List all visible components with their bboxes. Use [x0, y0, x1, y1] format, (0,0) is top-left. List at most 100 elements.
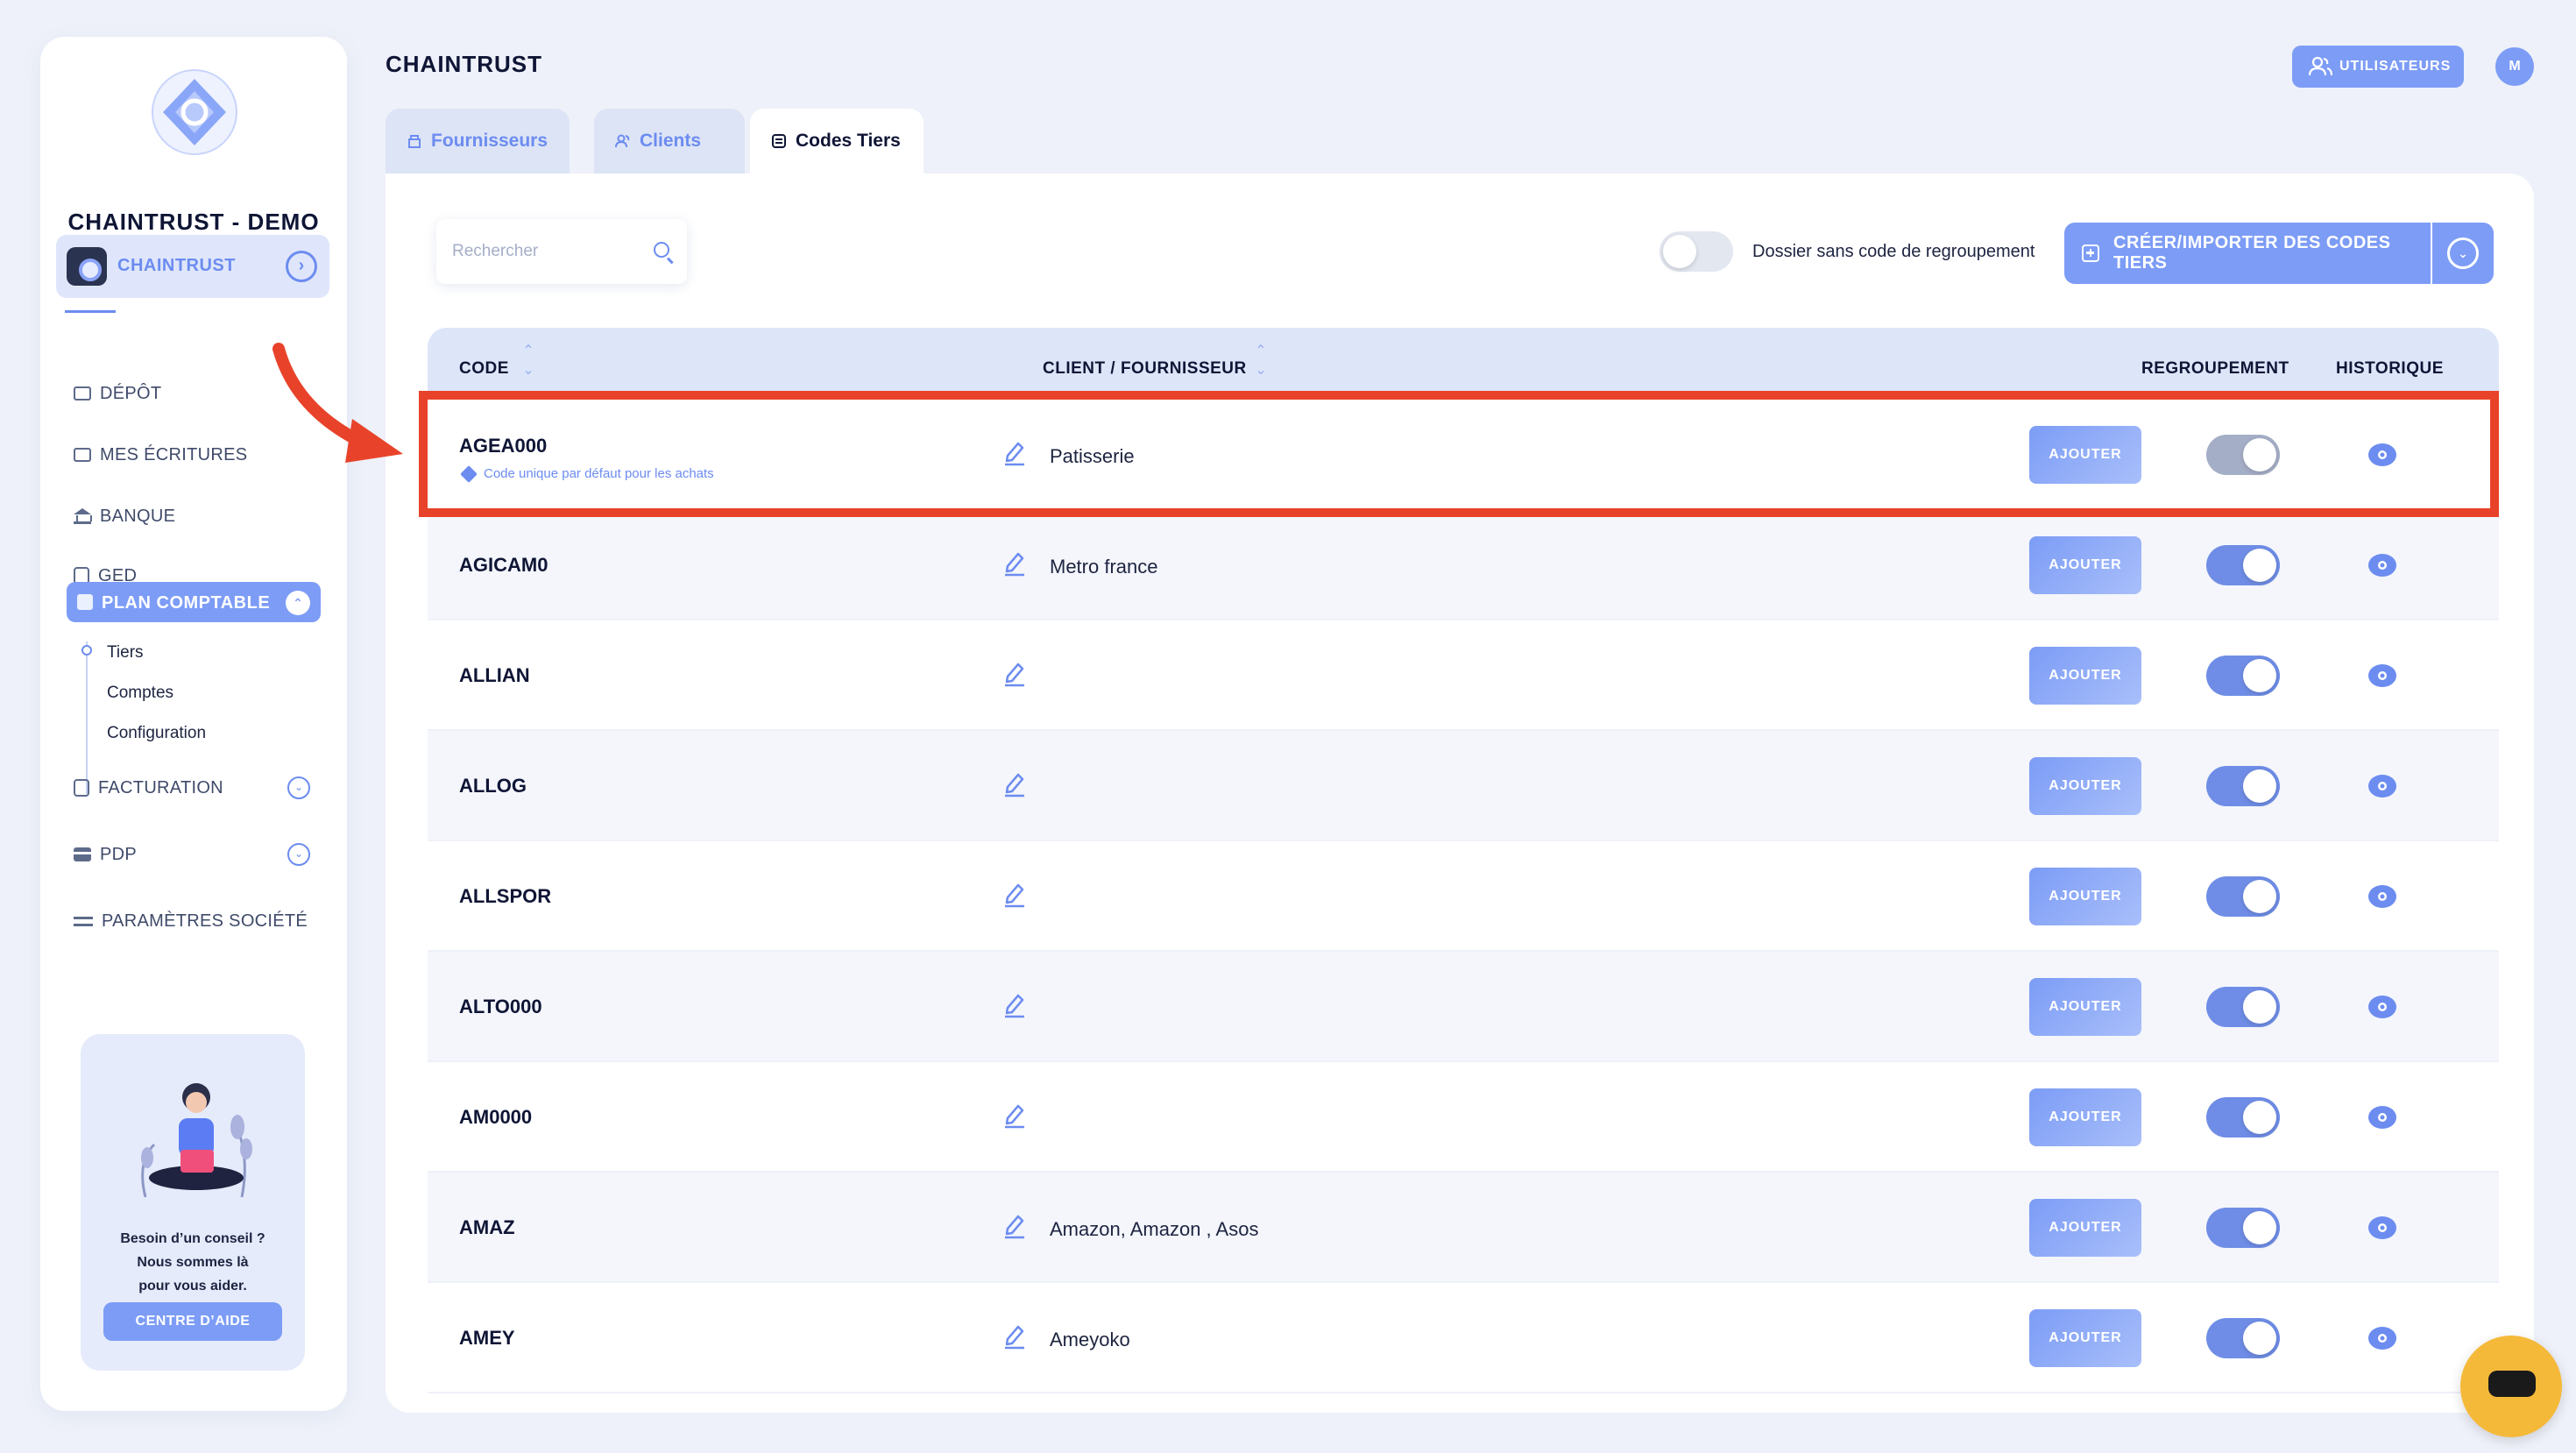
sort-icon[interactable]: ⌃ ⌄ — [520, 342, 536, 386]
help-line: Besoin d’un conseil ? — [120, 1231, 265, 1246]
nav-ecritures[interactable]: MES ÉCRITURES — [74, 440, 247, 470]
create-dropdown-button[interactable]: ⌄ — [2432, 223, 2494, 284]
edit-icon[interactable] — [1002, 1322, 1027, 1350]
search-box[interactable] — [436, 219, 687, 284]
help-center-button[interactable]: CENTRE D’AIDE — [103, 1302, 282, 1341]
tab-clients[interactable]: Clients — [594, 109, 745, 174]
column-header-historique: HISTORIQUE — [2336, 359, 2444, 378]
brand-name: CHAINTRUST - DEMO — [67, 209, 320, 235]
regroupement-toggle[interactable] — [2206, 1208, 2280, 1248]
edit-icon[interactable] — [1002, 1211, 1027, 1239]
chaintrust-logo — [152, 69, 237, 155]
eye-icon[interactable] — [2367, 883, 2397, 910]
nav-label: MES ÉCRITURES — [100, 444, 248, 464]
no-group-toggle[interactable] — [1660, 231, 1733, 272]
tab-codes-tiers[interactable]: Codes Tiers — [750, 109, 924, 174]
row-client: Metro france — [1050, 556, 1158, 578]
column-header-code[interactable]: CODE — [459, 328, 509, 398]
regroupement-toggle[interactable] — [2206, 1318, 2280, 1358]
bank-icon — [74, 508, 92, 524]
tab-fournisseurs[interactable]: Fournisseurs — [386, 109, 570, 174]
search-input[interactable] — [452, 237, 645, 266]
nav-plan-comptable[interactable]: PLAN COMPTABLE ⌃ — [67, 582, 321, 622]
folder-icon — [74, 386, 91, 400]
row-code: AM0000 — [459, 1106, 533, 1128]
eye-icon[interactable] — [2367, 1325, 2397, 1351]
add-button[interactable]: AJOUTER — [2029, 868, 2141, 925]
table-row: ALLSPOR AJOUTER — [428, 841, 2499, 952]
chevron-down-icon: ⌄ — [2447, 237, 2479, 269]
help-line: Nous sommes là — [137, 1255, 249, 1270]
chat-bubble-icon[interactable] — [2460, 1336, 2562, 1437]
help-card: Besoin d’un conseil ? Nous sommes là pou… — [81, 1034, 305, 1371]
nav-label: PLAN COMPTABLE — [102, 593, 271, 613]
row-code: AMEY — [459, 1327, 515, 1349]
regroupement-toggle[interactable] — [2206, 876, 2280, 917]
column-header-client[interactable]: CLIENT / FOURNISSEUR — [1043, 328, 1247, 398]
invoice-icon — [74, 779, 89, 797]
users-button[interactable]: UTILISATEURS — [2292, 46, 2464, 88]
nav-facturation[interactable]: FACTURATION — [74, 773, 223, 803]
nav-parametres[interactable]: PARAMÈTRES SOCIÉTÉ — [74, 906, 308, 936]
avatar[interactable]: M — [2495, 47, 2534, 86]
tab-label: Clients — [640, 131, 702, 151]
sub-item-tiers[interactable]: Tiers — [107, 643, 144, 663]
regroupement-toggle[interactable] — [2206, 766, 2280, 806]
edit-icon[interactable] — [1002, 549, 1027, 577]
chevron-up-icon[interactable]: ⌃ — [286, 591, 310, 615]
help-line: pour vous aider. — [138, 1279, 247, 1294]
nav-label: DÉPÔT — [100, 383, 162, 403]
highlight-box — [419, 391, 2499, 517]
add-button[interactable]: AJOUTER — [2029, 536, 2141, 594]
list-icon — [771, 133, 787, 149]
edit-icon[interactable] — [1002, 1101, 1027, 1129]
nav-depot[interactable]: DÉPÔT — [74, 379, 161, 408]
nav-pdp[interactable]: PDP — [74, 840, 137, 869]
sort-icon[interactable]: ⌃ ⌄ — [1253, 342, 1269, 386]
edit-icon[interactable] — [1002, 769, 1027, 797]
edit-icon[interactable] — [1002, 990, 1027, 1018]
eye-icon[interactable] — [2367, 994, 2397, 1020]
regroupement-toggle[interactable] — [2206, 656, 2280, 696]
add-button[interactable]: AJOUTER — [2029, 757, 2141, 815]
row-code: ALLIAN — [459, 664, 530, 686]
eye-icon[interactable] — [2367, 552, 2397, 578]
add-button[interactable]: AJOUTER — [2029, 647, 2141, 705]
edit-icon[interactable] — [1002, 659, 1027, 687]
eye-icon[interactable] — [2367, 1215, 2397, 1241]
table-row: ALLOG AJOUTER — [428, 731, 2499, 841]
tab-label: Codes Tiers — [796, 131, 901, 151]
company-switcher[interactable]: CHAINTRUST › — [56, 235, 329, 298]
table-row: ALTO000 AJOUTER — [428, 952, 2499, 1062]
create-import-button[interactable]: CRÉER/IMPORTER DES CODES TIERS — [2064, 223, 2431, 284]
row-client: Ameyoko — [1050, 1329, 1130, 1350]
add-button[interactable]: AJOUTER — [2029, 1309, 2141, 1367]
chevron-down-icon[interactable]: ⌄ — [287, 776, 310, 799]
add-button[interactable]: AJOUTER — [2029, 1199, 2141, 1257]
chevron-down-icon[interactable]: ⌄ — [287, 843, 310, 866]
sub-item-comptes[interactable]: Comptes — [107, 684, 173, 703]
nav-label: PARAMÈTRES SOCIÉTÉ — [102, 911, 308, 931]
row-code: ALLSPOR — [459, 885, 552, 907]
add-button[interactable]: AJOUTER — [2029, 978, 2141, 1036]
table-row: ALLIAN AJOUTER — [428, 620, 2499, 731]
eye-icon[interactable] — [2367, 773, 2397, 799]
regroupement-toggle[interactable] — [2206, 1097, 2280, 1138]
regroupement-toggle[interactable] — [2206, 545, 2280, 585]
add-button[interactable]: AJOUTER — [2029, 1088, 2141, 1146]
plus-square-icon — [2082, 245, 2099, 262]
eye-icon[interactable] — [2367, 1104, 2397, 1131]
nav-label: PDP — [100, 844, 138, 864]
regroupement-toggle[interactable] — [2206, 987, 2280, 1027]
sidebar: CHAINTRUST - DEMO CHAINTRUST › DÉPÔT MES… — [40, 37, 347, 1411]
edit-icon[interactable] — [1002, 880, 1027, 908]
column-header-regroupement: REGROUPEMENT — [2141, 359, 2289, 378]
sub-item-configuration[interactable]: Configuration — [107, 724, 206, 743]
eye-icon[interactable] — [2367, 663, 2397, 689]
company-logo-icon — [67, 247, 107, 286]
table-row: AGICAM0 Metro france AJOUTER — [428, 510, 2499, 620]
chevron-right-icon[interactable]: › — [286, 251, 317, 282]
search-icon[interactable] — [654, 242, 669, 258]
nav-banque[interactable]: BANQUE — [74, 501, 175, 531]
no-group-toggle-label: Dossier sans code de regroupement — [1752, 242, 2035, 261]
